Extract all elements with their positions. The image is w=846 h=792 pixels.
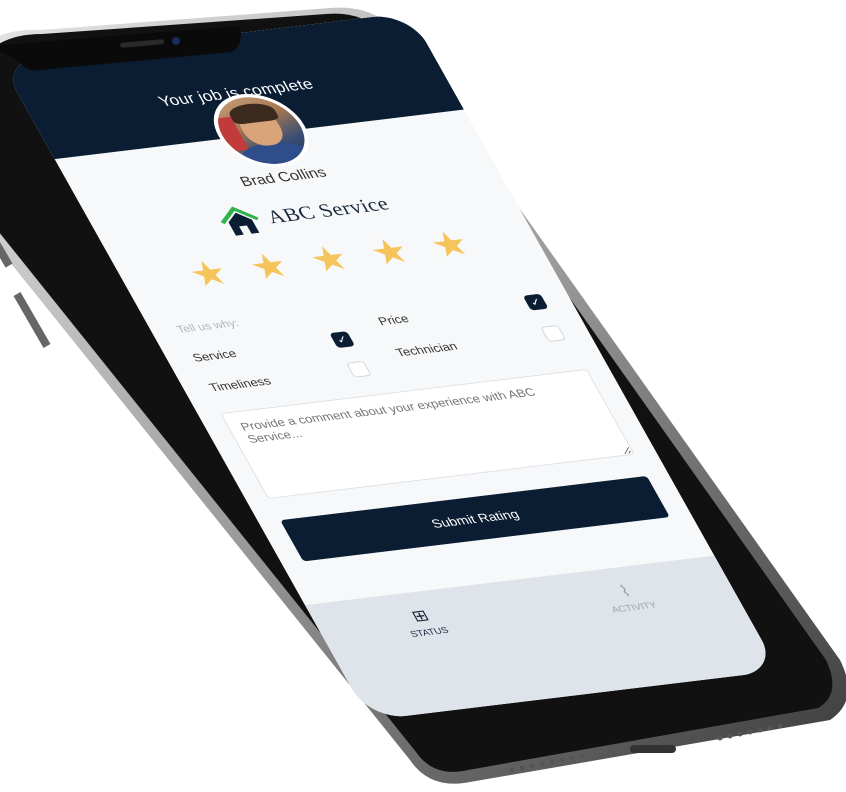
house-logo-icon bbox=[211, 204, 269, 239]
star-icon[interactable]: ★ bbox=[242, 248, 295, 285]
comment-input[interactable] bbox=[220, 369, 635, 499]
tab-status[interactable]: ⊞ STATUS bbox=[362, 601, 526, 714]
checkbox-technician[interactable] bbox=[540, 325, 566, 342]
option-label-price: Price bbox=[375, 311, 412, 328]
status-icon: ⊞ bbox=[408, 606, 433, 625]
reasons-label: Tell us why: bbox=[174, 316, 242, 336]
star-icon[interactable]: ★ bbox=[303, 241, 356, 278]
tab-activity-label: ACTIVITY bbox=[609, 600, 659, 616]
tab-status-label: STATUS bbox=[408, 625, 451, 640]
checkbox-timeliness[interactable] bbox=[346, 361, 372, 378]
checkbox-price[interactable]: ✓ bbox=[523, 294, 549, 311]
tab-activity[interactable]: ⌇ ACTIVITY bbox=[567, 576, 731, 689]
option-label-technician: Technician bbox=[393, 339, 460, 360]
company-name: ABC Service bbox=[262, 192, 394, 228]
activity-icon: ⌇ bbox=[616, 582, 634, 600]
option-label-timeliness: Timeliness bbox=[206, 374, 274, 394]
star-icon[interactable]: ★ bbox=[363, 234, 416, 271]
checkbox-service[interactable]: ✓ bbox=[329, 331, 355, 348]
star-icon[interactable]: ★ bbox=[182, 255, 235, 292]
star-icon[interactable]: ★ bbox=[423, 226, 476, 263]
option-label-service: Service bbox=[189, 346, 240, 365]
